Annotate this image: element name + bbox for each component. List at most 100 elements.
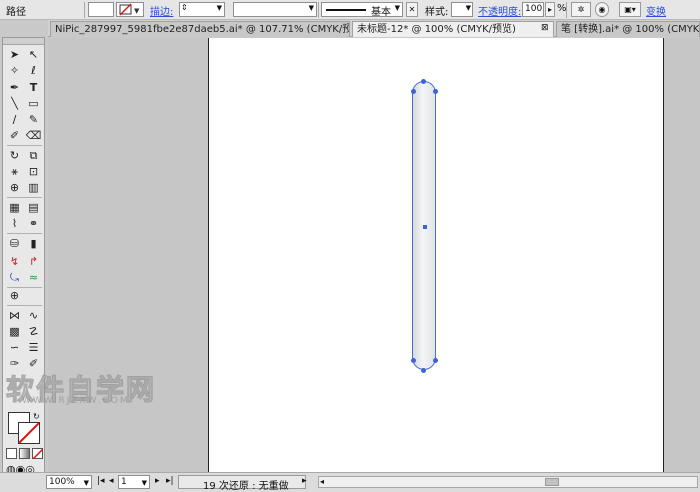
zoom-icon[interactable]: ≈ xyxy=(25,270,42,285)
first-page-icon[interactable]: |◂ xyxy=(97,476,105,486)
chevron-down-icon[interactable]: ▼ xyxy=(466,4,471,12)
list-icon[interactable]: ☰ xyxy=(25,340,42,355)
path-label: 路径 xyxy=(6,7,26,18)
anchor-point[interactable] xyxy=(421,79,426,84)
column-graph-icon[interactable]: ▮ xyxy=(25,236,42,251)
grid-icon[interactable]: ▩ xyxy=(6,324,23,339)
shape-builder-icon[interactable]: ⊕ xyxy=(6,180,23,195)
no-stroke-icon: ▼ xyxy=(119,3,140,16)
panel-grip[interactable] xyxy=(3,38,44,45)
tab-document-3[interactable]: 笔 [转换].ai* @ 100% (CMYK/预览) xyxy=(556,21,700,37)
divider xyxy=(318,2,319,18)
align-options-icon[interactable]: ▣▾ xyxy=(619,2,641,17)
watermark-url: WWW.RJZXW.COM xyxy=(22,396,130,406)
prev-page-icon[interactable]: ◂ xyxy=(109,476,114,486)
divider xyxy=(7,305,42,306)
tab-label: NiPic_287997_5981fbe2e87daeb5.ai* @ 107.… xyxy=(55,24,350,35)
blob-brush-icon[interactable]: ✐ xyxy=(6,128,23,143)
graphic-style-swatch[interactable]: ▼ xyxy=(451,2,473,17)
spinner-icon[interactable]: ⇕ xyxy=(181,3,188,12)
svg-text:▼: ▼ xyxy=(134,7,140,15)
pencil-icon[interactable]: ✎ xyxy=(25,112,42,127)
hand-icon[interactable]: ⤿ xyxy=(6,270,23,285)
status-menu-arrow-icon[interactable]: ▸ xyxy=(302,476,307,486)
stroke-swatch[interactable]: ▼ xyxy=(116,2,144,17)
chevron-down-icon[interactable]: ▼ xyxy=(309,4,314,12)
perspective-grid-icon[interactable]: ▦ xyxy=(6,200,23,215)
anchor-point[interactable] xyxy=(433,89,438,94)
gradient-icon[interactable]: ▤ xyxy=(25,200,42,215)
live-paint-icon[interactable]: ▥ xyxy=(25,180,42,195)
close-tab-icon[interactable]: ⊠ xyxy=(541,23,549,33)
width-icon[interactable]: ⋈ xyxy=(6,308,23,323)
brush-label: 基本 xyxy=(371,7,391,18)
stroke-color-swatch[interactable] xyxy=(18,422,40,444)
swap-colors-icon[interactable]: ↻ xyxy=(33,412,40,421)
chevron-down-icon[interactable]: ▼ xyxy=(217,4,222,12)
transform-link[interactable]: 变换 xyxy=(646,3,666,18)
brush-options-icon[interactable]: ✕ xyxy=(406,2,418,17)
lasso-icon[interactable]: ℓ xyxy=(25,63,42,78)
chevron-down-icon[interactable]: ▼ xyxy=(395,4,400,12)
artboard[interactable] xyxy=(208,38,664,472)
scale-icon[interactable]: ⧉ xyxy=(25,148,42,163)
opacity-input[interactable]: 100 xyxy=(522,2,544,17)
magic-wand-icon[interactable]: ✧ xyxy=(6,63,23,78)
anchor-point[interactable] xyxy=(421,368,426,373)
paintbrush-icon[interactable]: ∕ xyxy=(6,112,23,127)
next-page-icon[interactable]: ▸ xyxy=(155,476,160,486)
line-segment-icon[interactable]: ╲ xyxy=(6,96,23,111)
tab-document-1[interactable]: NiPic_287997_5981fbe2e87daeb5.ai* @ 107.… xyxy=(50,21,350,37)
fill-swatch[interactable] xyxy=(88,2,114,17)
rotate-icon[interactable]: ↻ xyxy=(6,148,23,163)
recolor-artwork-icon[interactable]: ✲ xyxy=(571,2,591,17)
variable-width-profile[interactable]: ▼ xyxy=(233,2,317,17)
artboard-number-select[interactable]: 1 ▼ xyxy=(118,475,150,489)
document-tabs: NiPic_287997_5981fbe2e87daeb5.ai* @ 107.… xyxy=(48,20,700,37)
selection-arrow-icon[interactable]: ➤ xyxy=(6,47,23,62)
scroll-left-icon[interactable]: ◂ xyxy=(320,477,324,486)
page-value: 1 xyxy=(121,477,127,487)
stroke-label-link[interactable]: 描边: xyxy=(150,3,173,18)
opacity-arrow-icon[interactable]: ▸ xyxy=(545,2,555,17)
isolate-icon[interactable]: ◉ xyxy=(595,2,609,17)
status-display[interactable]: 19 次还原 : 无重做 xyxy=(178,475,306,492)
pen-icon[interactable]: ✒ xyxy=(6,80,23,95)
eyedropper-icon[interactable]: ⌇ xyxy=(6,216,23,231)
brush-definition[interactable]: 基本 ▼ xyxy=(321,2,403,18)
twirl-icon[interactable]: ☡ xyxy=(25,324,42,339)
slice-icon[interactable]: ↱ xyxy=(25,254,42,269)
rectangle-icon[interactable]: ▭ xyxy=(25,96,42,111)
chevron-down-icon[interactable]: ▼ xyxy=(142,477,147,489)
crosshair-icon[interactable]: ⊕ xyxy=(6,288,23,303)
tools-panel: ➤ ↖ ✧ ℓ ✒ T ╲ ▭ ∕ ✎ ✐ ⌫ ↻ ⧉ ⚹ ⊡ ⊕ ▥ ▦ ▤ … xyxy=(2,37,45,482)
free-transform-icon[interactable]: ⊡ xyxy=(25,164,42,179)
eraser-icon[interactable]: ⌫ xyxy=(25,128,42,143)
type-icon[interactable]: T xyxy=(25,80,42,95)
direct-selection-arrow-icon[interactable]: ↖ xyxy=(25,47,42,62)
artboard-icon[interactable]: ↯ xyxy=(6,254,23,269)
center-point[interactable] xyxy=(423,225,427,229)
tab-document-2[interactable]: 未标题-12* @ 100% (CMYK/预览) xyxy=(352,21,554,37)
zoom-select[interactable]: 100% ▼ xyxy=(46,475,92,489)
gradient-mode-icon[interactable] xyxy=(19,448,30,459)
stroke-weight-input[interactable]: ⇕ ▼ xyxy=(179,2,225,17)
chevron-down-icon[interactable]: ▼ xyxy=(84,477,89,489)
anchor-point[interactable] xyxy=(433,358,438,363)
scrollbar-thumb[interactable] xyxy=(545,478,559,486)
horizontal-scrollbar[interactable]: ◂ xyxy=(318,476,698,488)
blend-icon[interactable]: ⚭ xyxy=(25,216,42,231)
wave-icon[interactable]: ∽ xyxy=(6,340,23,355)
anchor-point[interactable] xyxy=(411,358,416,363)
last-page-icon[interactable]: ▸| xyxy=(166,476,174,486)
divider xyxy=(566,2,567,18)
warp-icon[interactable]: ⚹ xyxy=(6,164,23,179)
anchor-point[interactable] xyxy=(411,89,416,94)
color-mode-icon[interactable] xyxy=(6,448,17,459)
stroke-preview-line xyxy=(326,9,366,11)
none-mode-icon[interactable] xyxy=(32,448,44,460)
symbol-sprayer-icon[interactable]: ⛁ xyxy=(6,236,23,251)
opacity-label-link[interactable]: 不透明度: xyxy=(478,3,521,18)
mesh-icon[interactable]: ∿ xyxy=(25,308,42,323)
divider xyxy=(7,233,42,234)
